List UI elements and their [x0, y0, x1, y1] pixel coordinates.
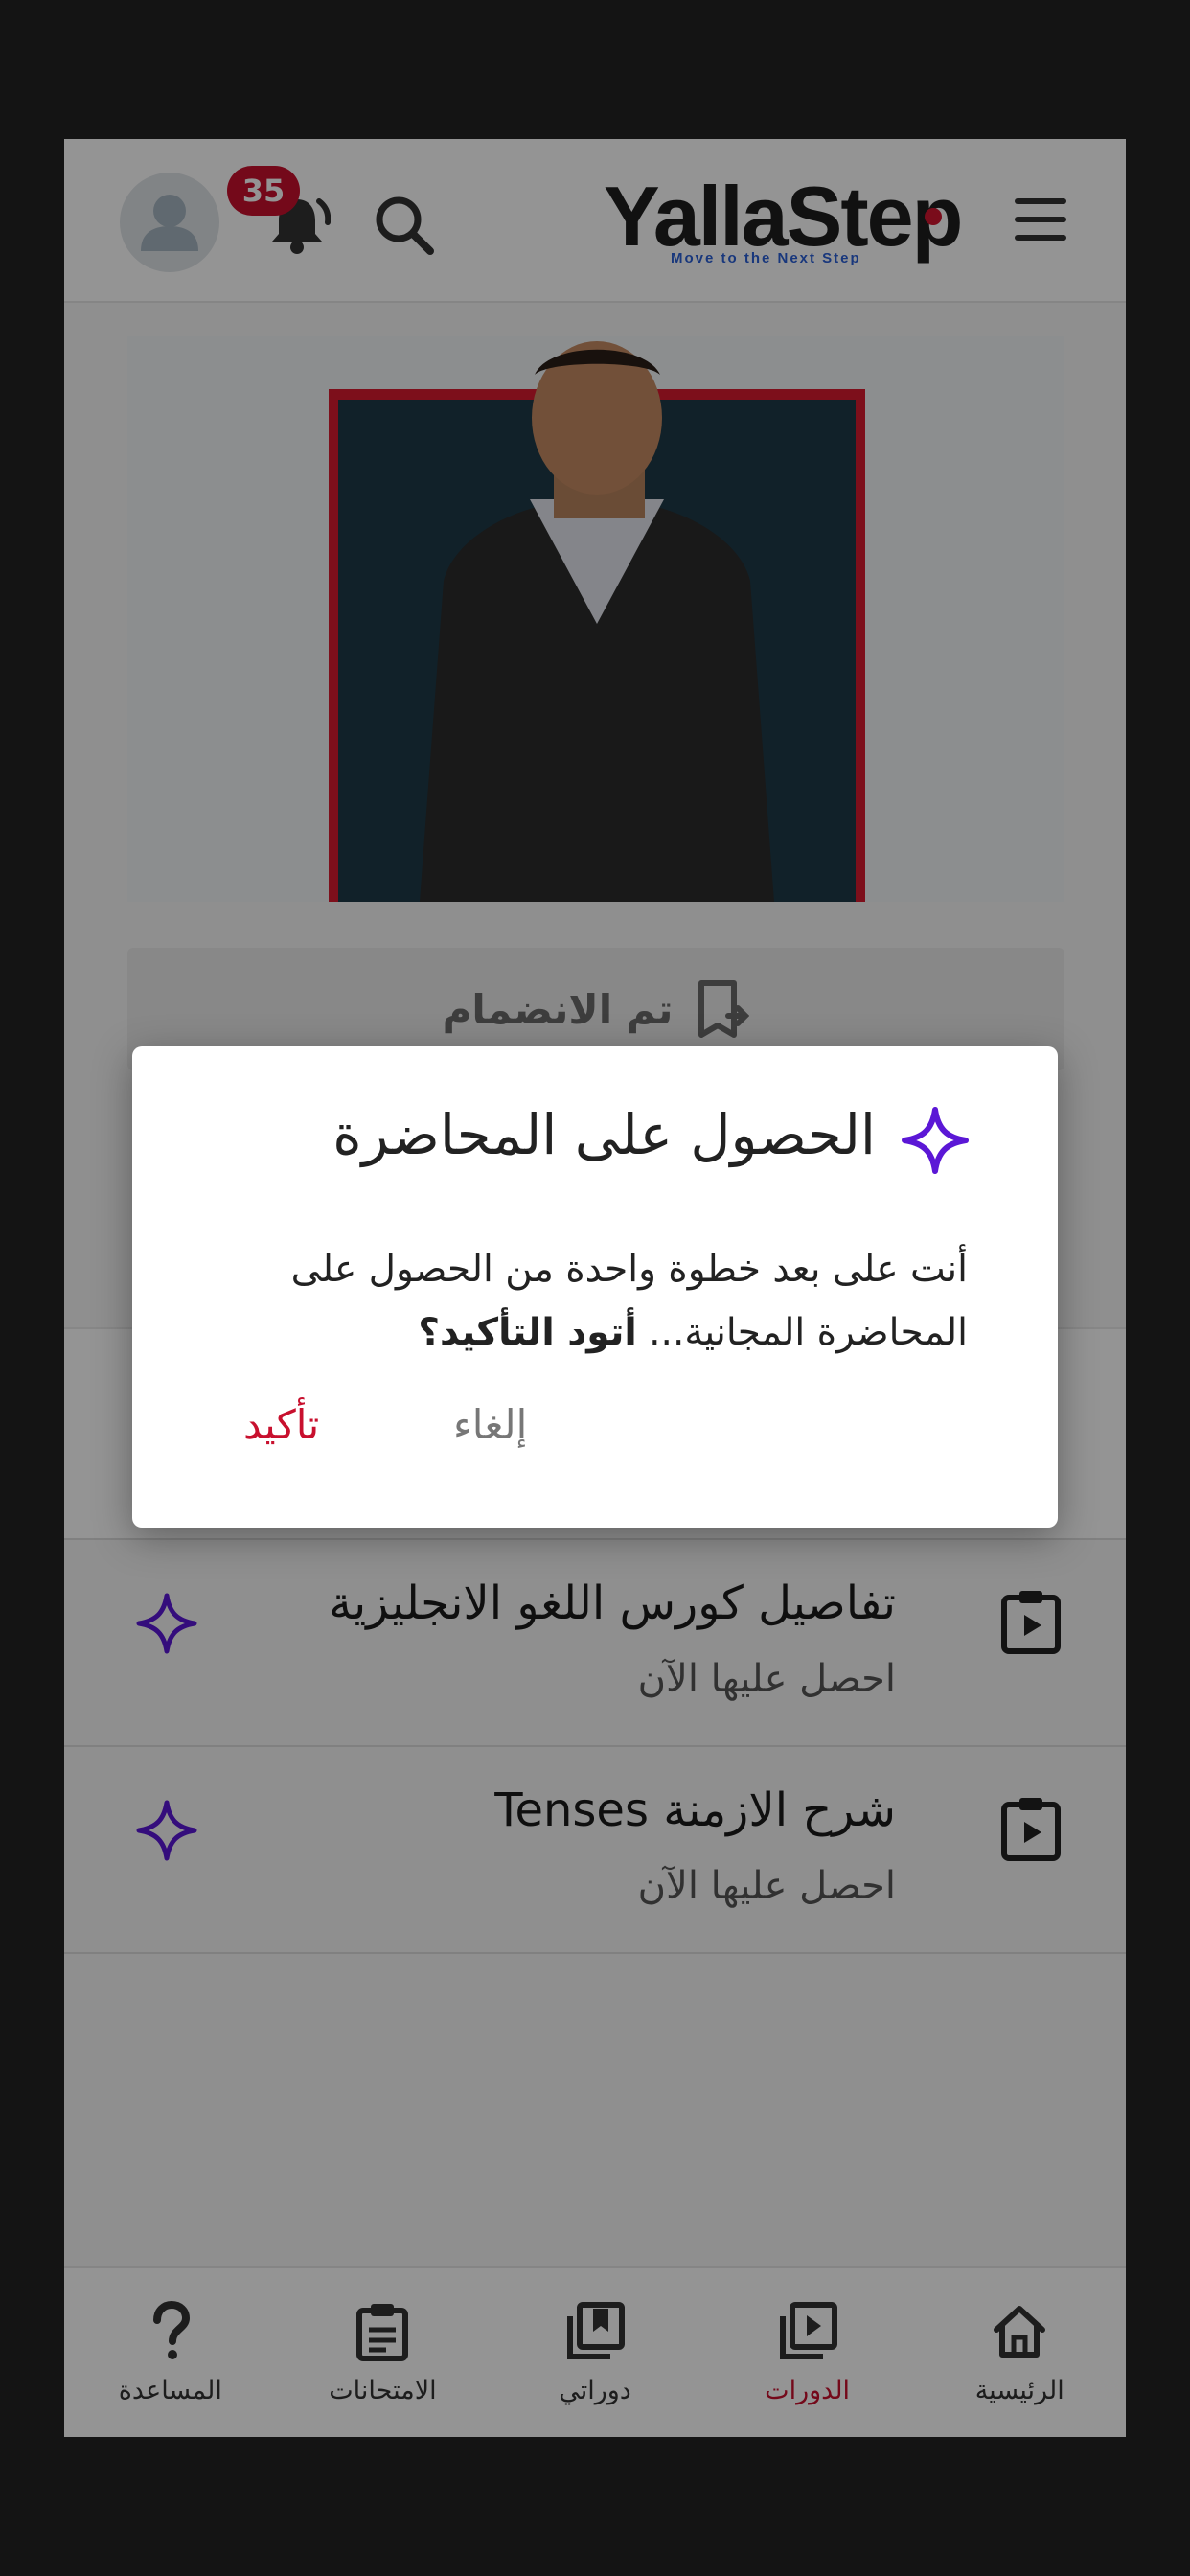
dialog-message: أنت على بعد خطوة واحدة من الحصول على الم… [220, 1238, 968, 1365]
cancel-button[interactable]: إلغاء [453, 1401, 527, 1448]
dialog-title: الحصول على المحاضرة [332, 1102, 876, 1167]
sparkle-icon [902, 1107, 969, 1174]
get-lecture-dialog: الحصول على المحاضرة أنت على بعد خطوة واح… [132, 1046, 1058, 1528]
dialog-message-emphasis: أتود التأكيد؟ [418, 1311, 637, 1354]
confirm-button[interactable]: تأكيد [243, 1401, 319, 1448]
